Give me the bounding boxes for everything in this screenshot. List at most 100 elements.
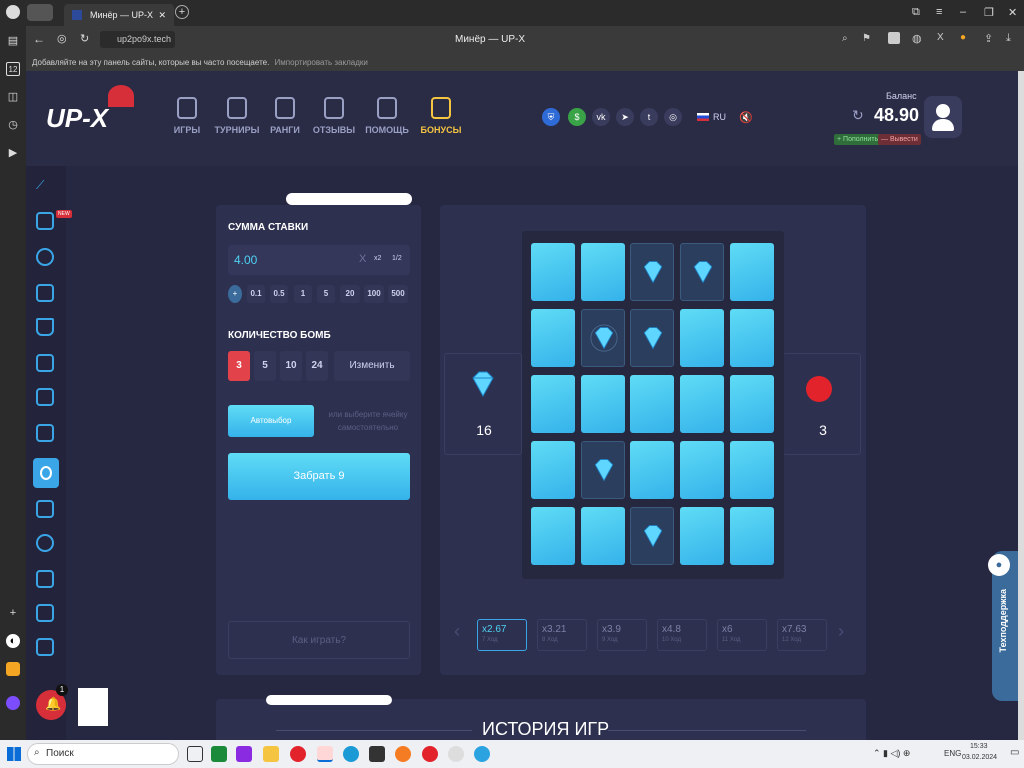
bombs-option-3[interactable]: 3 [228,351,250,381]
crown-icon[interactable] [36,318,54,336]
nav-reviews[interactable]: ОТЗЫВЫ [309,97,359,135]
prev-multipliers-icon[interactable]: ‹ [454,621,460,642]
half-bet-button[interactable]: 1/2 [392,255,402,262]
wheel-icon[interactable] [36,248,54,266]
tile[interactable] [730,441,774,499]
tile[interactable] [581,507,625,565]
close-window-icon[interactable]: ✕ [1008,6,1017,19]
quick-bet-5[interactable]: 5 [317,285,335,303]
slots-icon[interactable] [36,388,54,406]
tray-icons[interactable]: ⌃ ▮ ◁) ⊕ [873,748,910,759]
cases-icon[interactable] [36,212,54,230]
taskbar-search[interactable]: ⌕ Поиск [27,743,179,765]
tile[interactable] [531,441,575,499]
clock-time[interactable]: 15:33 [970,743,988,750]
yandex-icon[interactable]: ◎ [57,32,67,45]
calendar-icon[interactable] [36,604,54,622]
tile[interactable] [730,309,774,367]
tab-active[interactable]: Минёр — UP-X ✕ [64,4,174,26]
notification-center-icon[interactable]: ▭ [1010,747,1019,758]
nav-bonuses[interactable]: БОНУСЫ [416,97,466,135]
assistant-icon[interactable] [6,696,20,710]
app2-icon[interactable] [448,746,464,762]
yandex-browser-icon[interactable] [317,746,333,762]
quick-bet-1[interactable]: 1 [294,285,312,303]
bombs-option-24[interactable]: 24 [306,351,328,381]
autoselect-button[interactable]: Автовыбор [228,405,314,437]
tile[interactable] [531,243,575,301]
task-view-icon[interactable] [187,746,203,762]
downloads-icon[interactable]: ⤓ [1006,32,1011,45]
zoom-icon[interactable]: ⌕ [842,33,848,44]
intellij-icon[interactable] [236,746,252,762]
share-icon[interactable]: ⇪ [984,32,993,45]
dollar-icon[interactable]: $ [568,108,586,126]
dice-icon[interactable] [36,354,54,372]
new-tab-icon[interactable]: + [175,5,189,19]
tile[interactable] [730,507,774,565]
menu-icon[interactable]: ≡ [936,6,942,18]
tile[interactable] [680,375,724,433]
collect-button[interactable]: Забрать 9 [228,453,410,500]
maximize-icon[interactable]: ❐ [984,6,994,19]
crash-icon[interactable]: ⟋ [36,178,54,196]
how-to-play-button[interactable]: Как играть? [228,621,410,659]
tile[interactable] [730,375,774,433]
site-logo[interactable]: UP-X [46,103,108,134]
coin-icon[interactable] [36,534,54,552]
profile-icon[interactable] [6,5,20,19]
edge-icon[interactable] [343,746,359,762]
app-icon[interactable] [369,746,385,762]
tile[interactable] [630,375,674,433]
badge-extension-icon[interactable]: ● [960,32,966,43]
import-bookmarks-link[interactable]: Импортировать закладки [275,58,368,67]
shield-badge-icon[interactable]: ⛨ [542,108,560,126]
mines-active-item[interactable] [33,458,59,488]
extension-icon[interactable] [888,32,900,44]
alice-icon[interactable]: ◐ [6,634,20,648]
vk-icon[interactable]: vk [592,108,610,126]
scrollbar[interactable] [1018,71,1024,740]
increase-bet-button[interactable]: + [228,285,242,303]
tab-switcher-icon[interactable] [27,4,53,21]
add-panel-icon[interactable]: + [6,606,20,620]
url-field[interactable]: up2po9x.tech [100,31,175,48]
instagram-icon[interactable]: ◎ [664,108,682,126]
tile[interactable] [581,375,625,433]
pycharm-icon[interactable] [211,746,227,762]
nav-ranks[interactable]: РАНГИ [260,97,310,135]
tabs-count-icon[interactable]: 12 [6,62,20,76]
firefox-icon[interactable] [395,746,411,762]
tile[interactable] [680,507,724,565]
clear-bet-button[interactable]: X [359,253,366,265]
close-tab-icon[interactable]: ✕ [158,10,166,21]
x-extension-icon[interactable]: X [937,32,944,43]
history-icon[interactable]: ◷ [6,118,20,132]
tile[interactable] [581,243,625,301]
withdraw-button[interactable]: — Вывести [878,134,921,145]
tile[interactable] [531,507,575,565]
quick-bet-0.1[interactable]: 0.1 [247,285,265,303]
minimize-icon[interactable]: – [960,6,966,18]
explorer-icon[interactable] [263,746,279,762]
language-select[interactable]: RU [713,112,726,122]
bookmark-panel-icon[interactable]: ⧉ [912,6,920,19]
bombs-option-5[interactable]: 5 [254,351,276,381]
bookmark-icon[interactable]: ⚑ [862,33,871,44]
quick-bet-20[interactable]: 20 [340,285,360,303]
bombs-option-10[interactable]: 10 [280,351,302,381]
next-multipliers-icon[interactable]: › [838,621,844,642]
opera-icon[interactable] [422,746,438,762]
tile[interactable] [680,441,724,499]
cards-icon[interactable] [36,424,54,442]
deposit-button[interactable]: + Пополнить [834,134,882,145]
double-bet-button[interactable]: x2 [374,255,381,262]
change-bombs-button[interactable]: Изменить [334,351,410,381]
avatar[interactable] [924,96,962,138]
tile[interactable] [531,309,575,367]
bet-input[interactable]: 4.00 X x2 1/2 [228,245,410,275]
telegram-icon[interactable]: ➤ [616,108,634,126]
refresh-balance-icon[interactable]: ↻ [852,107,864,124]
telegram-taskbar-icon[interactable] [474,746,490,762]
tile[interactable] [680,309,724,367]
